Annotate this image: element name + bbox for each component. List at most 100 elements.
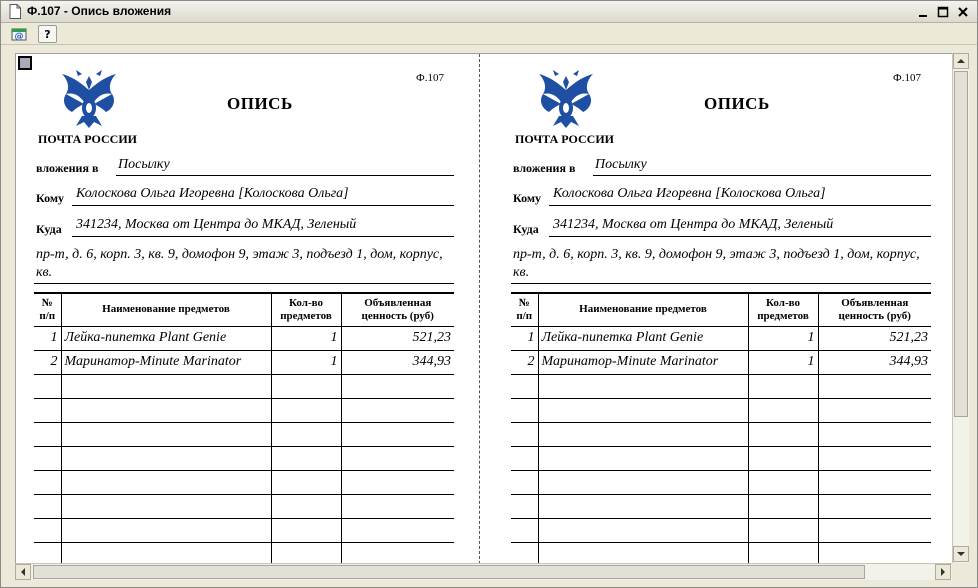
horizontal-scrollbar[interactable] <box>15 563 952 580</box>
page-divider <box>479 54 480 563</box>
arrow-up-icon <box>957 59 965 63</box>
empty-cell <box>747 470 819 495</box>
row-num: 1 <box>34 326 62 351</box>
empty-cell <box>817 518 931 543</box>
row-item-name: Лейка-пипетка Plant Genie <box>60 326 272 351</box>
form-code: Ф.107 <box>893 72 921 84</box>
vertical-scroll-thumb[interactable] <box>954 71 968 417</box>
empty-cell <box>270 518 342 543</box>
empty-cell <box>34 518 62 543</box>
address-underline <box>72 236 454 237</box>
close-button[interactable] <box>954 3 972 20</box>
table-row-empty <box>511 470 931 495</box>
russian-post-emblem-icon <box>62 70 116 128</box>
attachment-underline <box>116 175 454 176</box>
col-header-name: Наименование предметов <box>60 292 272 327</box>
empty-cell <box>537 398 749 423</box>
empty-cell <box>34 422 62 447</box>
empty-cell <box>34 374 62 399</box>
row-declared-value: 344,93 <box>817 350 931 375</box>
empty-cell <box>747 518 819 543</box>
horizontal-scroll-thumb[interactable] <box>33 565 865 579</box>
empty-cell <box>60 542 272 563</box>
recipient-underline <box>72 205 454 206</box>
minimize-button[interactable] <box>914 3 932 20</box>
empty-cell <box>511 494 539 519</box>
document-icon <box>9 4 21 19</box>
scroll-left-button[interactable] <box>15 564 31 580</box>
address-value-line2: пр-т, д. 6, корп. 3, кв. 9, домофон 9, э… <box>513 247 920 280</box>
address-underline-2 <box>34 283 454 284</box>
items-table-body: 1 Лейка-пипетка Plant Genie 1 521,23 2 Марина… <box>34 326 454 563</box>
table-row: 2 Маринатор-Minute Marinator 1 344,93 <box>34 350 454 375</box>
empty-cell <box>340 422 454 447</box>
col-header-num: № п/п <box>34 292 62 327</box>
empty-cell <box>747 422 819 447</box>
empty-cell <box>817 422 931 447</box>
empty-cell <box>537 470 749 495</box>
items-table: № п/п Наименование предметов Кол-во пред… <box>34 292 454 563</box>
scroll-up-button[interactable] <box>953 53 969 69</box>
help-button[interactable]: ? <box>38 25 57 43</box>
scroll-down-button[interactable] <box>953 546 969 562</box>
empty-cell <box>270 374 342 399</box>
table-row-empty <box>34 494 454 519</box>
email-button[interactable]: @ <box>9 25 28 43</box>
vertical-scrollbar[interactable] <box>952 53 969 563</box>
row-item-name: Маринатор-Minute Marinator <box>537 350 749 375</box>
empty-cell <box>747 542 819 563</box>
empty-cell <box>511 542 539 563</box>
attachment-value: Посылку <box>595 157 647 172</box>
table-row-empty <box>511 494 931 519</box>
row-num: 2 <box>34 350 62 375</box>
table-row-empty <box>34 470 454 495</box>
empty-cell <box>60 494 272 519</box>
recipient-label: Кому <box>36 191 65 205</box>
table-row-empty <box>34 422 454 447</box>
address-label: Куда <box>513 222 539 236</box>
row-quantity: 1 <box>747 350 819 375</box>
empty-cell <box>340 374 454 399</box>
empty-cell <box>537 374 749 399</box>
col-header-qty: Кол-во предметов <box>270 292 342 327</box>
attachment-label: вложения в <box>513 161 576 175</box>
address-value-line2: пр-т, д. 6, корп. 3, кв. 9, домофон 9, э… <box>36 247 443 280</box>
window-title: Ф.107 - Опись вложения <box>27 4 172 18</box>
maximize-button[interactable] <box>934 3 952 20</box>
empty-cell <box>537 422 749 447</box>
address-value-line1: 341234, Москва от Центра до МКАД, Зелены… <box>76 217 357 232</box>
row-num: 2 <box>511 350 539 375</box>
recipient-value: Колоскова Ольга Игоревна [Колоскова Ольг… <box>553 186 826 201</box>
attachment-label: вложения в <box>36 161 99 175</box>
empty-cell <box>747 374 819 399</box>
maximize-icon <box>937 6 949 17</box>
select-all-checkbox[interactable] <box>18 56 32 70</box>
minimize-icon <box>919 14 927 17</box>
empty-cell <box>34 446 62 471</box>
help-icon: ? <box>44 27 51 41</box>
empty-cell <box>60 518 272 543</box>
table-row-empty <box>511 446 931 471</box>
table-row: 1 Лейка-пипетка Plant Genie 1 521,23 <box>511 326 931 351</box>
russian-post-emblem-icon <box>539 70 593 128</box>
print-preview[interactable]: Ф.107 ОПИСЬ ПОЧТА РОССИИ вложения в Посы… <box>15 53 952 563</box>
empty-cell <box>34 398 62 423</box>
empty-cell <box>270 470 342 495</box>
col-header-value: Объявленная ценность (руб) <box>817 292 931 327</box>
document-title: ОПИСЬ <box>704 94 770 113</box>
address-underline-2 <box>511 283 931 284</box>
row-declared-value: 521,23 <box>340 326 454 351</box>
close-icon <box>958 6 968 17</box>
col-header-value: Объявленная ценность (руб) <box>340 292 454 327</box>
scroll-right-button[interactable] <box>935 564 951 580</box>
table-row-empty <box>511 398 931 423</box>
title-bar[interactable]: Ф.107 - Опись вложения <box>1 1 977 23</box>
empty-cell <box>537 446 749 471</box>
arrow-down-icon <box>957 552 965 556</box>
empty-cell <box>34 494 62 519</box>
table-row-empty <box>511 518 931 543</box>
col-header-qty: Кол-во предметов <box>747 292 819 327</box>
items-table: № п/п Наименование предметов Кол-во пред… <box>511 292 931 563</box>
organization-name: ПОЧТА РОССИИ <box>515 132 614 146</box>
empty-cell <box>340 470 454 495</box>
